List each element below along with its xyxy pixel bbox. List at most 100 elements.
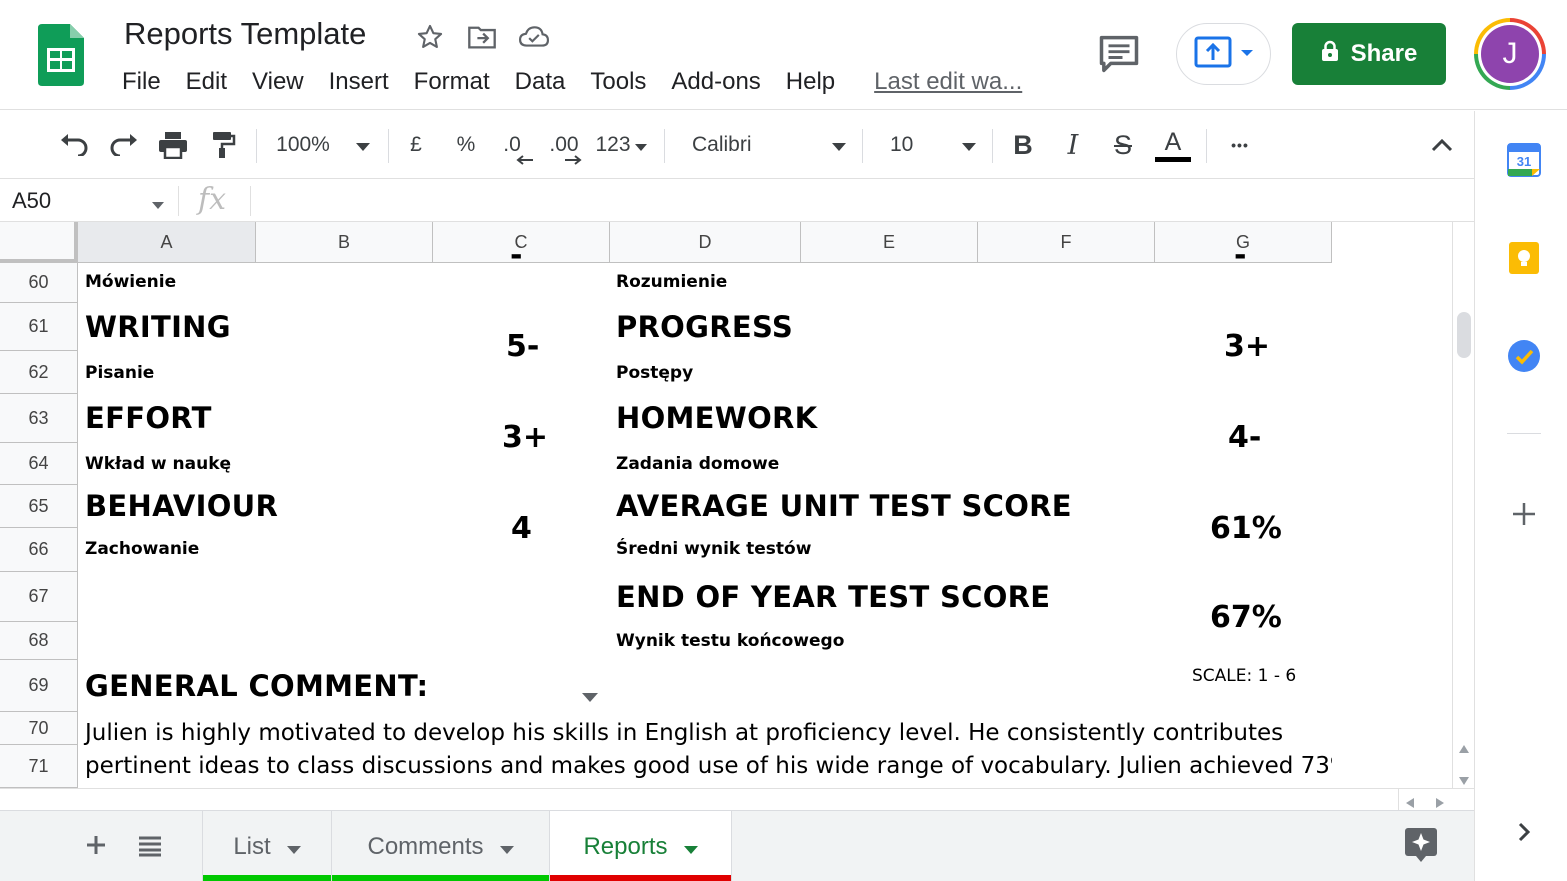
avatar[interactable]: J [1474,18,1546,90]
row-header-69[interactable]: 69 [0,660,78,712]
comment-history-icon[interactable] [1098,34,1140,74]
tab-color-bar [550,875,731,881]
row-header-70[interactable]: 70 [0,712,78,745]
cell-avg-test-score: 61% [1210,511,1282,546]
more-formats-button[interactable]: 123 [592,111,650,179]
select-all-corner[interactable] [0,222,78,263]
sheets-logo-icon[interactable] [38,24,84,86]
menu-help[interactable]: Help [786,68,835,96]
avatar-initial: J [1481,25,1539,83]
row-header-67[interactable]: 67 [0,572,78,622]
share-button[interactable]: Share [1292,23,1446,85]
zoom-select[interactable]: 100% [272,111,374,179]
tasks-icon[interactable] [1507,339,1541,373]
cell-effort: EFFORT [85,401,212,435]
scroll-up-icon[interactable] [1459,740,1469,758]
row-header-61[interactable]: 61 [0,303,78,351]
text-color-button[interactable]: A [1154,111,1192,179]
row-header-65[interactable]: 65 [0,485,78,528]
horizontal-scrollbar[interactable] [0,788,1474,811]
present-button[interactable] [1176,23,1271,85]
menu-addons[interactable]: Add-ons [671,68,760,96]
sheet-tabs-bar: List Comments Reports [0,810,1474,881]
cell-homework-sub: Zadania domowe [616,454,780,474]
decrease-decimal-label: .0 [503,133,521,156]
menu-edit[interactable]: Edit [186,68,227,96]
document-title[interactable]: Reports Template [124,16,366,52]
name-box[interactable]: A50 [12,188,51,214]
row-header-64[interactable]: 64 [0,443,78,485]
star-icon[interactable] [414,22,446,52]
chevron-up-icon[interactable] [1426,111,1458,179]
grid-empty-area [1332,222,1452,810]
last-edit-link[interactable]: Last edit wa... [874,68,1022,96]
decrease-decimal-button[interactable]: .0 [494,111,534,179]
italic-button[interactable]: I [1056,111,1090,179]
sheet-tab-comments[interactable]: Comments [332,811,550,881]
row-header-60[interactable]: 60 [0,263,78,303]
all-sheets-icon[interactable] [138,835,162,862]
menu-insert[interactable]: Insert [329,68,389,96]
menu-view[interactable]: View [252,68,304,96]
vertical-scrollbar[interactable] [1452,222,1474,810]
cells-area[interactable]: - - Mówienie Rozumienie WRITING Pisanie … [78,238,1352,810]
add-sheet-icon[interactable] [84,833,108,862]
row-header-63[interactable]: 63 [0,394,78,443]
font-family-select[interactable]: Calibri [680,111,848,179]
cell-general-comment: GENERAL COMMENT: [85,669,429,703]
sheet-tab-list[interactable]: List [202,811,332,881]
row-header-66[interactable]: 66 [0,528,78,572]
scrollbar-thumb[interactable] [1457,312,1471,358]
strikethrough-button[interactable]: S [1106,111,1140,179]
formula-divider [178,186,179,216]
row-header-62[interactable]: 62 [0,351,78,394]
column-header-a[interactable]: A [78,222,256,263]
chevron-down-icon [683,833,698,861]
tab-color-bar [332,875,549,881]
chevron-down-icon [286,833,301,861]
calendar-icon[interactable]: 31 [1507,143,1541,177]
menu-file[interactable]: File [122,68,161,96]
cell-effort-sub: Wkład w naukę [85,454,232,474]
comment-line-2: pertinent ideas to class discussions and… [85,753,1352,779]
row-header-71[interactable]: 71 [0,745,78,788]
keep-icon[interactable] [1507,241,1541,275]
paint-format-icon[interactable] [205,111,241,179]
undo-icon[interactable] [56,111,92,179]
dropdown-caret-icon[interactable] [582,687,598,706]
print-icon[interactable] [155,111,191,179]
redo-icon[interactable] [106,111,142,179]
format-currency-button[interactable]: £ [400,111,432,179]
font-size-select[interactable]: 10 [878,111,978,179]
bold-button[interactable]: B [1006,111,1040,179]
column-header-f[interactable]: F [978,222,1155,263]
menu-format[interactable]: Format [414,68,490,96]
explore-icon[interactable] [1404,827,1438,868]
move-folder-icon[interactable] [466,22,498,52]
cell-effort-score: 3+ [502,420,549,455]
cloud-saved-icon[interactable] [518,22,550,52]
cell-avg-test-sub: Średni wynik testów [616,539,812,559]
increase-decimal-button[interactable]: .00 [544,111,584,179]
toolbar-divider [992,129,993,163]
format-percent-button[interactable]: % [450,111,482,179]
chevron-down-icon[interactable] [152,196,164,214]
menu-tools[interactable]: Tools [590,68,646,96]
scroll-divider [1398,789,1399,811]
sheet-tab-reports[interactable]: Reports [550,811,732,881]
column-header-b[interactable]: B [256,222,433,263]
add-addon-icon[interactable] [1507,497,1541,531]
chevron-right-icon[interactable] [1507,815,1541,849]
cell-avg-test: AVERAGE UNIT TEST SCORE [616,489,1072,523]
toolbar-divider [1206,129,1207,163]
more-options-button[interactable]: ••• [1222,111,1258,179]
font-size-value: 10 [890,133,914,156]
column-header-e[interactable]: E [801,222,978,263]
toolbar-divider [862,129,863,163]
row-header-68[interactable]: 68 [0,622,78,660]
cell-a60: Mówienie [85,272,177,292]
column-header-d[interactable]: D [610,222,801,263]
increase-decimal-label: .00 [549,133,579,156]
menu-data[interactable]: Data [515,68,566,96]
share-label: Share [1350,40,1418,67]
